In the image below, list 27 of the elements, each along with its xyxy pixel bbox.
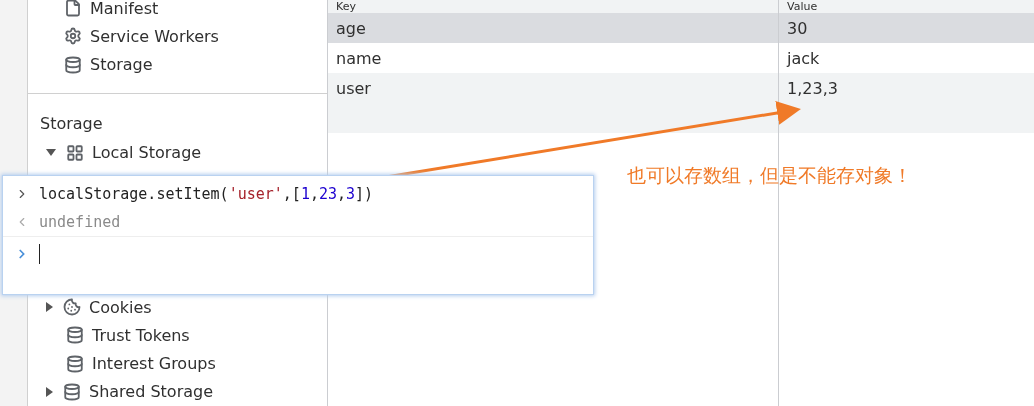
tree-item[interactable]: Trust Tokens [28, 321, 327, 350]
grid-icon [66, 143, 84, 162]
database-icon [66, 326, 84, 345]
cookie-icon [63, 298, 81, 317]
tree-item[interactable]: Cookies [28, 293, 327, 322]
database-icon [64, 55, 82, 74]
column-header[interactable]: Value [779, 0, 1034, 13]
console-command: localStorage.setItem('user',[1,23,3]) [39, 185, 374, 203]
console-output: undefined [39, 213, 121, 231]
file-icon [64, 0, 82, 18]
table-cell-text: jack [785, 47, 821, 70]
table-cell-text: 30 [786, 17, 809, 40]
sidebar-item[interactable]: Service Workers [28, 22, 327, 51]
expand-triangle-icon[interactable] [46, 149, 56, 157]
table-cell-text: 1,23,3 [786, 77, 839, 100]
tree-item[interactable]: Interest Groups [28, 349, 327, 378]
sidebar-item[interactable]: Manifest [28, 0, 327, 23]
database-icon [66, 354, 84, 373]
settings-icon [64, 27, 82, 46]
tree-item[interactable]: Local Storage [28, 138, 327, 168]
sidebar-item[interactable]: Storage [28, 50, 327, 79]
collapse-triangle-icon[interactable] [46, 302, 53, 313]
database-icon [63, 382, 81, 401]
tree-item[interactable]: Shared Storage [28, 377, 327, 406]
annotation-text: 也可以存数组，但是不能存对象！ [627, 163, 912, 188]
collapse-triangle-icon[interactable] [46, 386, 53, 397]
section-title: Storage [39, 113, 104, 134]
